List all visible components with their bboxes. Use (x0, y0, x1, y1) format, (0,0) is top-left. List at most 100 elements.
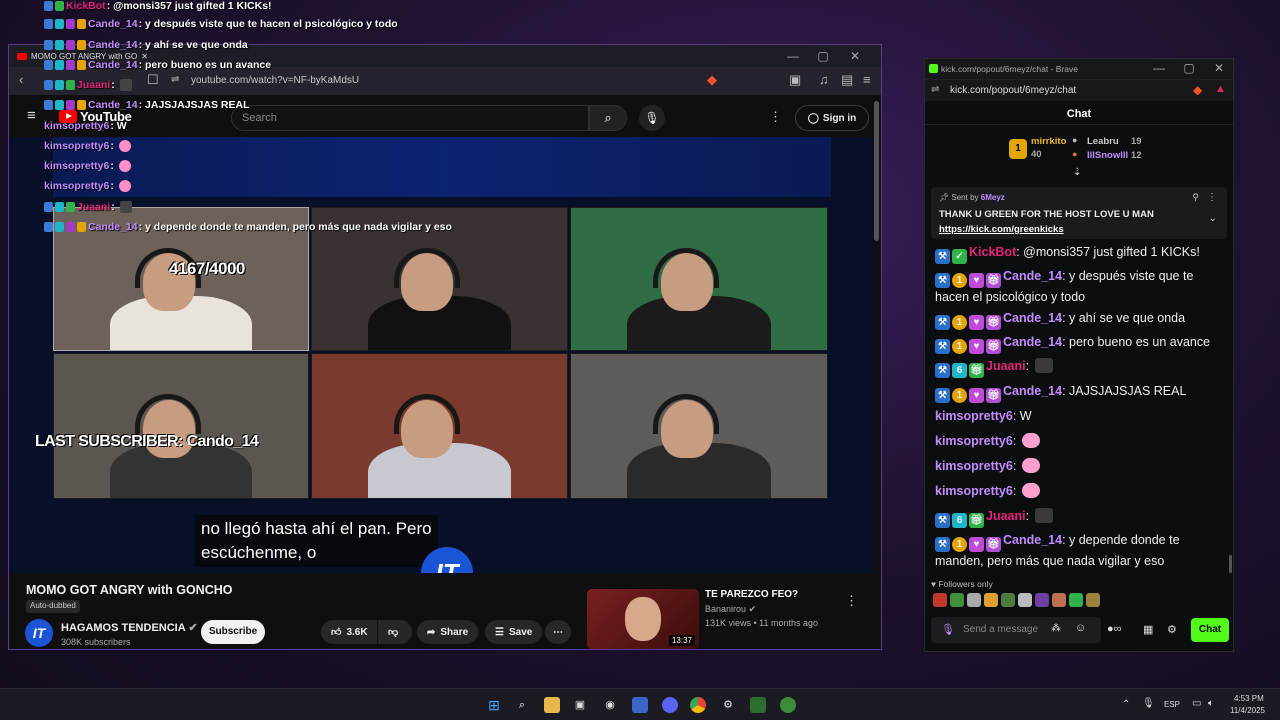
page-scrollbar[interactable] (874, 101, 879, 241)
chat-message-input[interactable]: 🎙︎ Send a message ⁂ ☺ (931, 617, 1101, 643)
channel-avatar[interactable]: IT (25, 619, 53, 647)
dislike-button[interactable]: 👎︎ (378, 620, 412, 644)
network-icon[interactable]: ▭ (1192, 698, 1201, 709)
recommended-more-icon[interactable]: ⋮ (845, 593, 858, 609)
chat-username[interactable]: kimsopretty6 (935, 434, 1013, 448)
chat-username[interactable]: Juaani (986, 359, 1026, 373)
emote-icon[interactable] (1035, 593, 1049, 607)
chat-badge-icon[interactable]: ✓ (952, 249, 967, 264)
chat-message[interactable]: ⚒ 1 ♥ 🎁︎ Cande_14: y depende donde te manden… (935, 531, 1225, 570)
chat-message[interactable]: kimsopretty6: W (935, 407, 1225, 425)
recommended-title[interactable]: TE PAREZCO FEO? (705, 589, 798, 600)
chat-username[interactable]: Cande_14 (1003, 335, 1062, 349)
expand-leaderboard-icon[interactable]: ⇣ (1073, 167, 1081, 178)
chat-message[interactable]: ⚒ 6 🎁︎ Juaani: (935, 357, 1225, 378)
chrome-icon[interactable] (690, 697, 706, 713)
music-icon[interactable]: ♫ (819, 72, 829, 87)
emote-icon[interactable] (1001, 593, 1015, 607)
chat-message[interactable]: ⚒ 1 ♥ 🎁︎ Cande_14: y ahí se ve que onda (935, 309, 1225, 330)
leader-2-name[interactable]: Leabru (1087, 136, 1119, 147)
chat-badge-icon[interactable]: ⚒ (935, 249, 950, 264)
search-button[interactable]: ⌕ (589, 105, 627, 131)
search-input[interactable]: Search (231, 105, 589, 131)
chat-message[interactable]: ⚒ ✓ KickBot: @monsi357 just gifted 1 KICKs… (935, 243, 1225, 264)
voice-search-button[interactable]: 🎙 (639, 105, 665, 131)
send-chat-button[interactable]: Chat (1191, 618, 1229, 642)
chat-scrollbar[interactable] (1229, 555, 1232, 573)
chat-badge-icon[interactable]: 🎁︎ (969, 363, 984, 378)
emote-icon[interactable] (1069, 593, 1083, 607)
settings-gear-icon[interactable]: ⚙ (1167, 623, 1177, 636)
emote-icon[interactable] (1052, 593, 1066, 607)
chat-badge-icon[interactable]: ⚒ (935, 315, 950, 330)
xbox-icon[interactable] (780, 697, 796, 713)
site-info-icon[interactable]: ⇌ (171, 74, 179, 85)
chat-badge-icon[interactable]: 1 (952, 339, 967, 354)
recommended-thumbnail[interactable]: 13:37 (587, 589, 699, 649)
sign-in-button[interactable]: ◯ Sign in (795, 105, 869, 131)
emote-icon[interactable] (933, 593, 947, 607)
chat-message[interactable]: ⚒ 1 ♥ 🎁︎ Cande_14: pero bueno es un avance (935, 333, 1225, 354)
more-actions-button[interactable]: ⋯ (545, 620, 571, 644)
channel-points-icon[interactable]: ●∞ (1107, 623, 1122, 635)
store-icon[interactable]: ▣ (572, 697, 588, 713)
clock-date[interactable]: 11/4/2025 (1230, 706, 1265, 715)
nvidia-icon[interactable] (750, 697, 766, 713)
chat-username[interactable]: Cande_14 (1003, 533, 1062, 547)
file-explorer-icon[interactable] (544, 697, 560, 713)
chat-username[interactable]: Cande_14 (1003, 384, 1062, 398)
back-icon[interactable]: ‹ (19, 72, 23, 87)
recommended-channel[interactable]: Bananirou ✔ (705, 604, 756, 615)
chat-badge-icon[interactable]: 1 (952, 537, 967, 552)
chat-badge-icon[interactable]: 🎁︎ (986, 537, 1001, 552)
chat-badge-icon[interactable]: ⚒ (935, 513, 950, 528)
emote-icon[interactable] (1018, 593, 1032, 607)
minimize-icon[interactable]: — (1145, 59, 1173, 77)
leader-3-name[interactable]: lllSnowlll (1087, 150, 1128, 161)
close-window-icon[interactable]: ✕ (841, 47, 869, 65)
share-button[interactable]: ➦ Share (417, 620, 479, 644)
bookmark-icon[interactable]: ☐ (147, 72, 159, 88)
chat-badge-icon[interactable]: ♥ (969, 537, 984, 552)
steam-icon[interactable]: ⚙ (720, 697, 736, 713)
chat-badge-icon[interactable]: ♥ (969, 273, 984, 288)
chat-message[interactable]: kimsopretty6: (935, 482, 1225, 500)
emote-icon[interactable] (967, 593, 981, 607)
pinned-more-icon[interactable]: ⋮ (1207, 192, 1217, 203)
chat-badge-icon[interactable]: ♥ (969, 339, 984, 354)
chat-message[interactable]: kimsopretty6: (935, 457, 1225, 475)
emoji-icon[interactable]: ☺ (1075, 622, 1086, 634)
like-button[interactable]: 👍︎ 3.6K (321, 620, 377, 644)
chat-username[interactable]: kimsopretty6 (935, 409, 1013, 423)
chat-badge-icon[interactable]: 1 (952, 315, 967, 330)
brave-rewards-icon[interactable]: ▲ (1215, 83, 1226, 95)
discord-icon[interactable] (662, 697, 678, 713)
chat-message[interactable]: kimsopretty6: (935, 432, 1225, 450)
save-button[interactable]: ☰ Save (485, 620, 543, 644)
translate-icon[interactable]: ⁂ (1051, 623, 1061, 634)
obs-icon[interactable]: ◉ (602, 697, 618, 713)
chat-badge-icon[interactable]: ⚒ (935, 388, 950, 403)
brave-shield-icon[interactable]: ◆ (707, 72, 717, 88)
chat-username[interactable]: kimsopretty6 (935, 459, 1013, 473)
chat-badge-icon[interactable]: 🎁︎ (986, 388, 1001, 403)
chat-badge-icon[interactable]: 6 (952, 513, 967, 528)
chat-badge-icon[interactable]: ♥ (969, 315, 984, 330)
emote-icon[interactable] (1086, 593, 1100, 607)
chat-message[interactable]: ⚒ 1 ♥ 🎁︎ Cande_14: y después viste que te ha… (935, 267, 1225, 306)
unpin-icon[interactable]: ⚲ (1192, 192, 1199, 203)
chat-badge-icon[interactable]: 1 (952, 273, 967, 288)
chat-badge-icon[interactable]: ⚒ (935, 339, 950, 354)
extensions-icon[interactable]: ▣ (789, 72, 801, 88)
windows-start-icon[interactable]: ⊞ (486, 697, 502, 713)
chat-username[interactable]: Juaani (986, 509, 1026, 523)
chat-badge-icon[interactable]: 6 (952, 363, 967, 378)
chat-username[interactable]: Cande_14 (1003, 269, 1062, 283)
chat-username[interactable]: KickBot (969, 245, 1016, 259)
subscribe-button[interactable]: Subscribe (201, 620, 265, 644)
close-window-icon[interactable]: ✕ (1205, 59, 1233, 77)
menu-icon[interactable]: ≡ (863, 72, 871, 87)
video-player[interactable]: 4167/4000 LAST SUBSCRIBER: Cando_14 no l… (9, 137, 873, 573)
emote-icon[interactable] (950, 593, 964, 607)
chat-badge-icon[interactable]: ⚒ (935, 537, 950, 552)
